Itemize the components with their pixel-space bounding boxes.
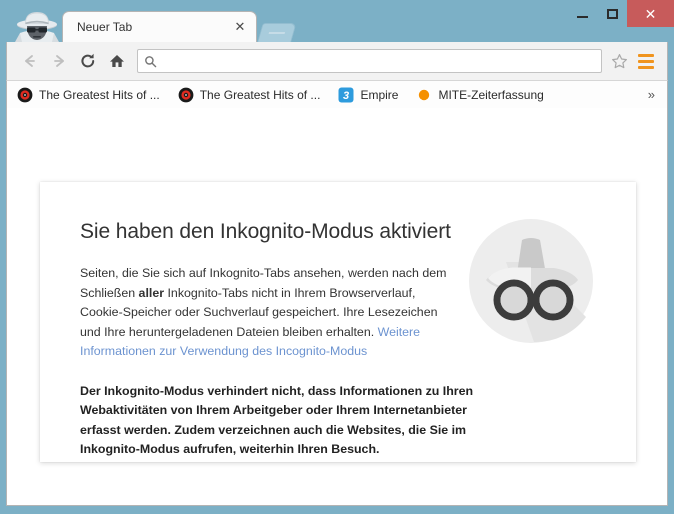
address-bar[interactable]	[137, 49, 602, 73]
svg-text:3: 3	[343, 90, 349, 102]
maximize-button[interactable]	[597, 0, 627, 27]
bookmark-item[interactable]: MITE-Zeiterfassung	[416, 87, 544, 103]
paragraph-1-bold-word: aller	[138, 285, 165, 300]
window-bottom-edge	[0, 506, 674, 514]
bookmark-item[interactable]: 3 Empire	[338, 87, 398, 103]
tab-close-icon[interactable]: ✕	[232, 19, 248, 35]
browser-menu-button[interactable]	[633, 48, 659, 74]
tab-neuer-tab[interactable]: Neuer Tab ✕	[62, 11, 257, 42]
back-button[interactable]	[15, 47, 44, 76]
tab-title: Neuer Tab	[77, 20, 133, 34]
hamburger-menu-icon	[638, 53, 654, 57]
new-tab-button[interactable]	[257, 23, 297, 42]
star-icon	[611, 53, 627, 68]
incognito-paragraph-1: Seiten, die Sie sich auf Inkognito-Tabs …	[80, 264, 452, 362]
minimize-button[interactable]	[567, 0, 597, 27]
hamburger-menu-icon	[638, 65, 654, 69]
vinyl-record-favicon	[17, 87, 33, 102]
incognito-description: Seiten, die Sie sich auf Inkognito-Tabs …	[80, 264, 452, 362]
close-icon: ✕	[644, 5, 657, 22]
browser-window: ✕ Neuer Tab ✕ The Greatest Hits of ... T…	[0, 0, 674, 514]
orange-dot-favicon	[419, 89, 430, 100]
bookmark-item[interactable]: The Greatest Hits of ...	[178, 87, 321, 103]
bookmark-label: The Greatest Hits of ...	[39, 87, 160, 102]
incognito-spy-avatar-icon[interactable]	[12, 9, 62, 42]
close-window-button[interactable]: ✕	[627, 0, 674, 27]
search-icon	[145, 55, 157, 67]
home-icon	[109, 55, 124, 67]
incognito-hat-glasses-icon	[468, 218, 594, 344]
title-bar: ✕ Neuer Tab ✕	[0, 0, 674, 42]
maximize-icon	[606, 8, 618, 19]
reload-icon	[80, 53, 94, 68]
bookmarks-bar: The Greatest Hits of ... The Greatest Hi…	[6, 80, 668, 108]
home-button[interactable]	[102, 47, 131, 76]
forward-button[interactable]	[44, 47, 73, 76]
bookmarks-overflow-button[interactable]: »	[648, 87, 657, 102]
tab-strip: Neuer Tab ✕	[62, 11, 297, 42]
vinyl-record-favicon	[178, 87, 194, 102]
browser-toolbar	[6, 42, 668, 80]
bookmark-star-button[interactable]	[607, 49, 631, 73]
address-bar-input[interactable]	[162, 54, 595, 68]
blue-three-favicon: 3	[338, 87, 354, 102]
bookmark-label: The Greatest Hits of ...	[199, 87, 321, 102]
incognito-info-card: Sie haben den Inkognito-Modus aktiviert …	[40, 182, 636, 462]
bookmark-label: MITE-Zeiterfassung	[438, 87, 544, 102]
window-controls: ✕	[567, 0, 674, 27]
bookmark-label: Empire	[360, 87, 399, 102]
arrow-right-icon	[53, 55, 64, 67]
minimize-icon	[576, 16, 588, 18]
arrow-left-icon	[24, 55, 35, 67]
incognito-warning-paragraph: Der Inkognito-Modus verhindert nicht, da…	[80, 383, 474, 457]
reload-button[interactable]	[73, 47, 102, 76]
bookmark-item[interactable]: The Greatest Hits of ...	[17, 87, 160, 103]
hamburger-menu-icon	[638, 59, 654, 63]
page-viewport: Sie haben den Inkognito-Modus aktiviert …	[6, 108, 668, 506]
